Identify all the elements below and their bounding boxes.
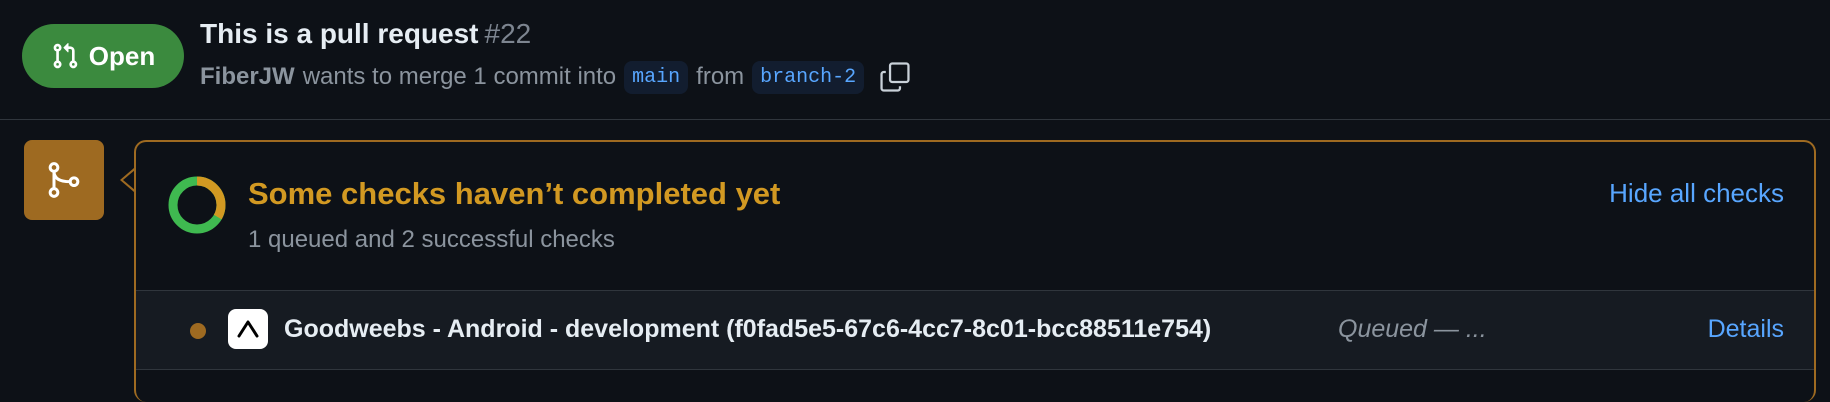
check-name: Goodweebs - Android - development (f0fad… (284, 315, 1212, 343)
pr-header: Open This is a pull request #22 FiberJW w… (0, 0, 1830, 120)
from-text: from (696, 63, 745, 90)
queued-dot-icon (190, 323, 206, 339)
expo-logo-icon (228, 309, 268, 349)
copy-icon[interactable] (878, 60, 912, 94)
pr-title: This is a pull request (200, 18, 479, 49)
pr-author-link[interactable]: FiberJW (200, 63, 295, 91)
base-branch-label[interactable]: main (624, 60, 689, 94)
merge-status-box (24, 140, 104, 220)
git-pull-request-icon (53, 43, 78, 69)
check-row: Goodweebs - Android - development (f0fad… (136, 290, 1814, 370)
checks-summary: 1 queued and 2 successful checks (248, 226, 615, 253)
head-branch-label[interactable]: branch-2 (752, 60, 865, 94)
pr-number: #22 (484, 18, 532, 49)
checks-title: Some checks haven’t completed yet (248, 176, 781, 211)
pr-state-label: Open (88, 40, 156, 71)
checks-progress-donut (168, 176, 226, 234)
pr-meta: FiberJW wants to merge 1 commit into mai… (200, 60, 912, 94)
checks-panel: Some checks haven’t completed yet 1 queu… (134, 140, 1816, 402)
details-link[interactable]: Details (1708, 315, 1784, 344)
check-status: Queued — ... (1338, 315, 1487, 343)
merge-text: wants to merge 1 commit into (302, 63, 617, 90)
pr-state-badge: Open (22, 24, 184, 88)
hide-all-checks-link[interactable]: Hide all checks (1609, 178, 1784, 209)
pr-title-line: This is a pull request #22 (200, 18, 531, 50)
git-merge-icon (48, 162, 80, 198)
